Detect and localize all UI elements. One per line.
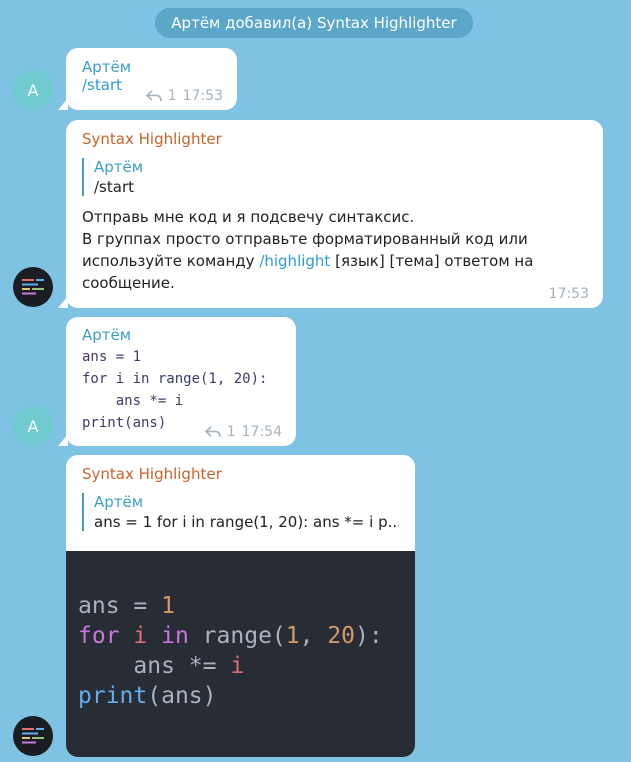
message-bubble[interactable]: Syntax Highlighter Артём ans = 1 for i i… [66, 455, 415, 757]
avatar-user[interactable]: A [13, 406, 53, 446]
highlight-command-link[interactable]: /highlight [259, 252, 330, 270]
avatar-user[interactable]: A [13, 70, 53, 110]
avatar-letter: A [27, 80, 39, 100]
reply-quote[interactable]: Артём /start [82, 158, 587, 196]
avatar-bot[interactable] [13, 267, 53, 307]
message-bubble[interactable]: Артём /start 1 17:53 [58, 48, 237, 110]
message-time: 17:53 [182, 88, 223, 104]
sender-name[interactable]: Syntax Highlighter [82, 465, 399, 483]
avatar-bot[interactable] [13, 716, 53, 756]
message-time: 17:53 [548, 286, 589, 302]
message-bubble[interactable]: Артём ans = 1 for i in range(1, 20): ans… [58, 317, 296, 446]
quote-sender: Артём [94, 493, 144, 511]
service-message: Артём добавил(а) Syntax Highlighter [155, 8, 473, 38]
sender-name[interactable]: Артём [82, 58, 221, 76]
reply-quote[interactable]: Артём ans = 1 for i in range(1, 20): ans… [82, 493, 399, 531]
quote-text: /start [94, 178, 134, 196]
code-lines-icon [22, 728, 44, 744]
sender-name[interactable]: Syntax Highlighter [82, 130, 587, 148]
avatar-letter: A [27, 416, 39, 436]
code-block[interactable]: ans = 1 for i in range(1, 20): ans *= i … [82, 346, 280, 434]
sender-name[interactable]: Артём [82, 326, 280, 344]
reply-count: 1 [226, 424, 236, 440]
quote-text: ans = 1 for i in range(1, 20): ans *= i … [94, 513, 399, 531]
message-line: Отправь мне код и я подсвечу синтаксис. [82, 208, 415, 226]
reply-icon[interactable] [204, 426, 221, 438]
message-meta: 1 17:53 [145, 88, 223, 104]
reply-icon[interactable] [145, 90, 162, 102]
message-time: 17:54 [241, 424, 282, 440]
quote-sender: Артём [94, 158, 144, 176]
highlighted-code-image[interactable]: ans = 1 for i in range(1, 20): ans *= i … [66, 551, 415, 757]
message-bubble[interactable]: Syntax Highlighter Артём /start Отправь … [58, 120, 603, 308]
code-lines-icon [22, 279, 44, 295]
message-text: Отправь мне код и я подсвечу синтаксис. … [82, 206, 587, 294]
message-meta: 1 17:54 [204, 424, 282, 440]
message-meta: 17:53 [549, 286, 589, 302]
reply-count: 1 [167, 88, 177, 104]
